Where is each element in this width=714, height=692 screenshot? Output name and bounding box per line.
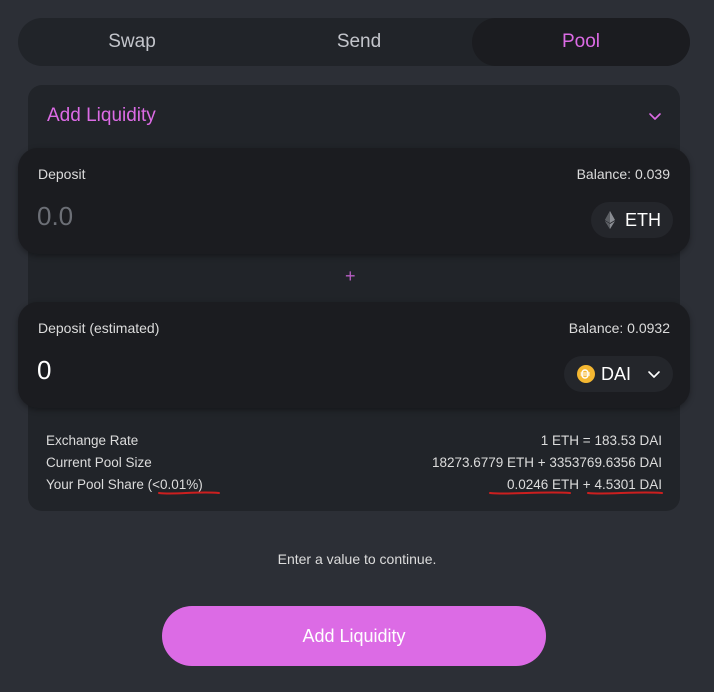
exchange-rate-label: Exchange Rate bbox=[46, 433, 139, 448]
dai-icon bbox=[576, 365, 595, 383]
panel-header[interactable]: Add Liquidity bbox=[28, 85, 680, 147]
plus-icon: + bbox=[345, 266, 356, 286]
deposit-card: Deposit Balance: 0.039 ETH bbox=[18, 148, 690, 254]
pool-share-label: Your Pool Share bbox=[46, 477, 144, 492]
deposit-label: Deposit bbox=[38, 166, 86, 182]
tab-bar: Swap Send Pool bbox=[18, 18, 690, 66]
tab-send[interactable]: Send bbox=[246, 18, 472, 66]
annotation-underline bbox=[158, 491, 220, 495]
deposit-balance: Balance: 0.039 bbox=[576, 166, 670, 182]
chevron-down-icon[interactable] bbox=[648, 109, 662, 123]
status-message: Enter a value to continue. bbox=[277, 551, 437, 567]
deposit-estimated-card: Deposit (estimated) Balance: 0.0932 DAI bbox=[18, 302, 690, 408]
chevron-down-icon bbox=[648, 371, 660, 378]
deposit-estimated-input[interactable] bbox=[35, 354, 419, 387]
eth-token-label: ETH bbox=[625, 209, 661, 230]
pool-size-row: Current Pool Size 18273.6779 ETH + 33537… bbox=[46, 455, 662, 475]
deposit-estimated-label: Deposit (estimated) bbox=[38, 320, 160, 336]
panel-title: Add Liquidity bbox=[47, 105, 156, 126]
exchange-rate-row: Exchange Rate 1 ETH = 183.53 DAI bbox=[46, 433, 662, 453]
deposit-amount-input[interactable] bbox=[35, 200, 419, 233]
dai-token-select[interactable]: DAI bbox=[563, 356, 673, 392]
pool-size-value: 18273.6779 ETH + 3353769.6356 DAI bbox=[431, 455, 662, 470]
pool-size-label: Current Pool Size bbox=[46, 455, 152, 470]
tab-swap[interactable]: Swap bbox=[18, 18, 246, 66]
dai-token-label: DAI bbox=[600, 363, 631, 384]
deposit-estimated-balance: Balance: 0.0932 bbox=[568, 320, 670, 336]
tab-pool[interactable]: Pool bbox=[472, 18, 690, 66]
annotation-underline bbox=[489, 491, 571, 495]
add-liquidity-button[interactable]: Add Liquidity bbox=[162, 606, 546, 666]
annotation-underline bbox=[587, 491, 663, 495]
exchange-rate-value: 1 ETH = 183.53 DAI bbox=[540, 433, 662, 448]
eth-token-button[interactable]: ETH bbox=[591, 202, 673, 238]
ethereum-icon bbox=[605, 211, 615, 229]
